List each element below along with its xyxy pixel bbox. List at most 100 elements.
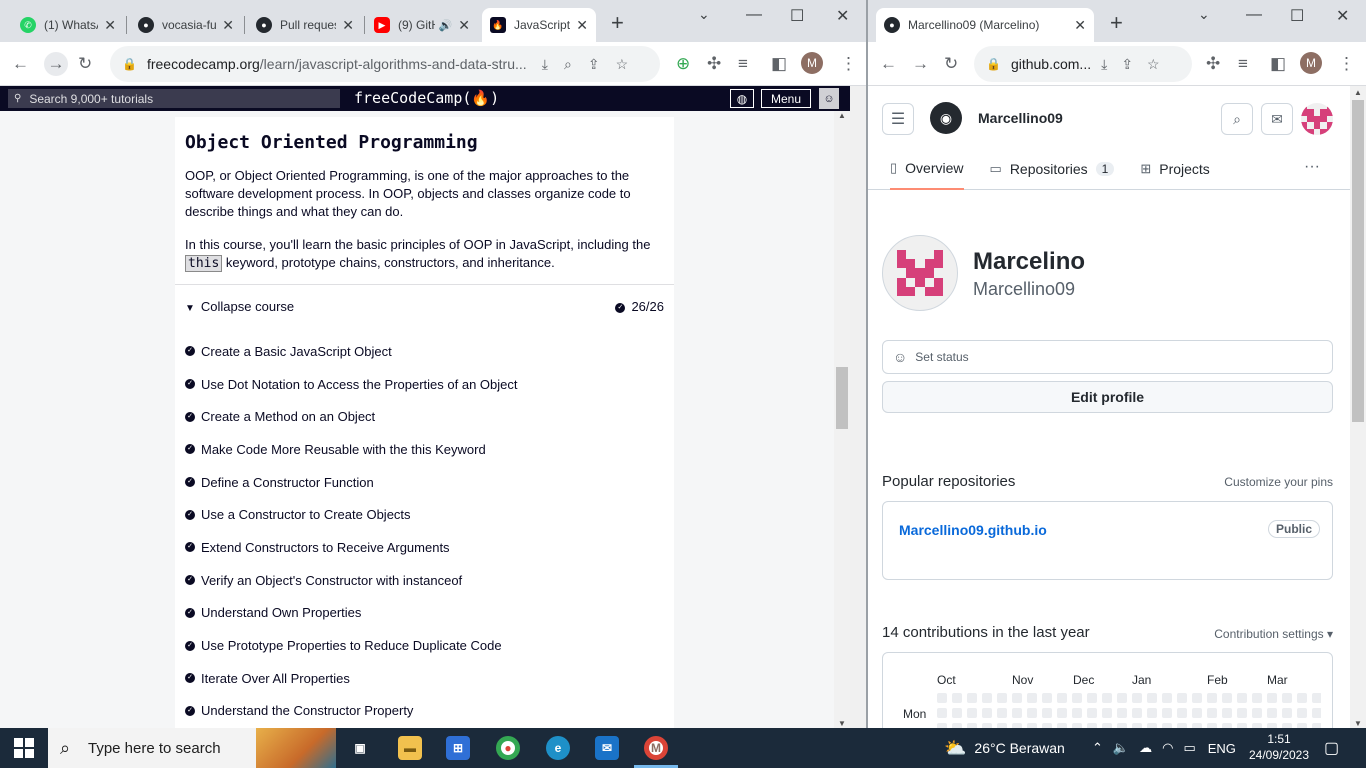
clock[interactable]: 1:51 24/09/2023 xyxy=(1244,731,1314,763)
chevron-up-icon[interactable]: ⌃ xyxy=(1092,740,1103,756)
address-bar[interactable]: 🔒 github.com... ⤓ ⇪ ☆ xyxy=(974,46,1192,82)
side-panel-icon[interactable]: ◧ xyxy=(771,54,787,74)
close-tab-icon[interactable]: ✕ xyxy=(458,17,470,34)
fcc-menu-button[interactable]: Menu xyxy=(761,89,811,108)
new-tab-button[interactable]: + xyxy=(611,12,624,34)
tab-overview[interactable]: ▯ Overview xyxy=(890,156,964,190)
menu-kebab-icon[interactable]: ⋮ xyxy=(840,54,857,74)
profile-avatar[interactable]: M xyxy=(1300,52,1322,74)
lesson-item[interactable]: ✓ Make Code More Reusable with the this K… xyxy=(185,433,518,466)
onedrive-icon[interactable]: ☁ xyxy=(1139,740,1152,756)
address-bar[interactable]: 🔒 freecodecamp.org /learn/javascript-alg… xyxy=(110,46,660,82)
forward-icon[interactable]: → xyxy=(912,54,929,74)
lesson-item[interactable]: ✓ Verify an Object's Constructor with ins… xyxy=(185,564,518,597)
close-tab-icon[interactable]: ✕ xyxy=(222,17,234,34)
forward-icon[interactable]: → xyxy=(44,52,68,76)
header-username[interactable]: Marcellino09 xyxy=(978,110,1063,126)
inbox-icon[interactable]: ✉ xyxy=(1261,103,1293,135)
fcc-search-input[interactable]: ⚲ Search 9,000+ tutorials xyxy=(8,89,340,108)
close-tab-icon[interactable]: ✕ xyxy=(576,17,588,34)
repo-link[interactable]: Marcellino09.github.io xyxy=(899,522,1047,538)
extension-plus-icon[interactable]: ⊕ xyxy=(676,54,690,74)
chrome-profile-icon[interactable]: M xyxy=(644,736,668,760)
extensions-puzzle-icon[interactable]: ✣ xyxy=(1206,54,1220,74)
close-window-button[interactable]: ✕ xyxy=(836,6,849,26)
more-options-icon[interactable]: ··· xyxy=(1304,158,1320,176)
lesson-item[interactable]: ✓ Iterate Over All Properties xyxy=(185,662,518,695)
lesson-item[interactable]: ✓ Understand the Constructor Property xyxy=(185,695,518,728)
speaker-icon[interactable]: 🔊 xyxy=(439,19,453,32)
maximize-button[interactable]: ☐ xyxy=(790,6,804,26)
back-icon[interactable]: ← xyxy=(12,54,29,74)
tab-freecodecamp[interactable]: 🔥 JavaScript Algorithms ✕ xyxy=(482,8,596,42)
scrollbar[interactable]: ▲ ▼ xyxy=(1350,86,1366,728)
lesson-item[interactable]: ✓ Understand Own Properties xyxy=(185,597,518,630)
maximize-button[interactable]: ☐ xyxy=(1290,6,1304,26)
fcc-avatar-icon[interactable]: ☺ xyxy=(819,88,839,109)
weather-widget[interactable]: ⛅ 26°C Berawan xyxy=(944,728,1065,768)
install-icon[interactable]: ⤓ xyxy=(1101,56,1107,73)
install-icon[interactable]: ⤓ xyxy=(542,56,548,73)
minimize-button[interactable]: — xyxy=(1246,6,1262,24)
lesson-item[interactable]: ✓ Use Prototype Properties to Reduce Dupl… xyxy=(185,629,518,662)
file-explorer-icon[interactable]: ▬ xyxy=(398,736,422,760)
lesson-item[interactable]: ✓ Define a Constructor Function xyxy=(185,466,518,499)
close-tab-icon[interactable]: ✕ xyxy=(104,17,116,34)
microsoft-store-icon[interactable]: ⊞ xyxy=(446,736,470,760)
tab-github-profile[interactable]: ● Marcellino09 (Marcelino) ✕ xyxy=(876,8,1094,42)
menu-kebab-icon[interactable]: ⋮ xyxy=(1338,54,1355,74)
user-avatar-small[interactable] xyxy=(1301,103,1333,135)
reading-list-icon[interactable]: ≡ xyxy=(738,54,748,74)
wifi-icon[interactable]: ◠ xyxy=(1162,740,1173,756)
tab-whatsapp[interactable]: ✆ (1) WhatsApp ✕ xyxy=(12,8,124,42)
language-globe-icon[interactable]: ◍ xyxy=(730,89,754,108)
lesson-item[interactable]: ✓ Extend Constructors to Receive Argument… xyxy=(185,531,518,564)
lesson-item[interactable]: ✓ Use Dot Notation to Access the Properti… xyxy=(185,368,518,401)
edge-icon[interactable]: e xyxy=(546,736,570,760)
fcc-logo[interactable]: freeCodeCamp(🔥) xyxy=(354,89,499,107)
share-icon[interactable]: ⇪ xyxy=(1121,56,1133,73)
tab-search-icon[interactable]: ⌄ xyxy=(1198,6,1210,23)
lesson-item[interactable]: ✓ Create a Basic JavaScript Object xyxy=(185,335,518,368)
new-tab-button[interactable]: + xyxy=(1110,12,1123,34)
profile-avatar[interactable]: M xyxy=(801,52,823,74)
taskbar-search[interactable]: ⌕ Type here to search xyxy=(48,728,336,768)
tab-search-icon[interactable]: ⌄ xyxy=(698,6,710,23)
edit-profile-button[interactable]: Edit profile xyxy=(882,381,1333,413)
zoom-icon[interactable]: ⌕ xyxy=(564,56,572,73)
close-tab-icon[interactable]: ✕ xyxy=(1074,17,1086,34)
tab-pull-requests[interactable]: ● Pull requests ✕ xyxy=(248,8,362,42)
bookmark-star-icon[interactable]: ☆ xyxy=(1147,56,1160,73)
scrollbar[interactable]: ▲ ▼ xyxy=(834,111,850,728)
volume-icon[interactable]: 🔈 xyxy=(1113,740,1129,756)
chrome-icon[interactable]: ● xyxy=(496,736,520,760)
notification-icon[interactable]: ▢ xyxy=(1324,738,1339,758)
contribution-settings-dropdown[interactable]: Contribution settings ▾ xyxy=(1214,627,1333,641)
customize-pins-link[interactable]: Customize your pins xyxy=(1224,475,1333,489)
reload-icon[interactable]: ↻ xyxy=(78,54,92,74)
task-view-icon[interactable]: ▣ xyxy=(348,736,372,760)
close-window-button[interactable]: ✕ xyxy=(1336,6,1349,26)
windows-start-icon[interactable] xyxy=(14,738,34,758)
reload-icon[interactable]: ↻ xyxy=(944,54,958,74)
back-icon[interactable]: ← xyxy=(880,54,897,74)
hamburger-menu-icon[interactable]: ☰ xyxy=(882,103,914,135)
tab-projects[interactable]: ⊞ Projects xyxy=(1140,156,1209,190)
bookmark-star-icon[interactable]: ☆ xyxy=(616,56,629,73)
tab-vocasia[interactable]: ● vocasia-fullstack ✕ xyxy=(130,8,242,42)
close-tab-icon[interactable]: ✕ xyxy=(342,17,354,34)
search-icon[interactable]: ⌕ xyxy=(1221,103,1253,135)
reading-list-icon[interactable]: ≡ xyxy=(1238,54,1248,74)
github-logo-icon[interactable]: ◉ xyxy=(930,102,962,134)
lesson-item[interactable]: ✓ Create a Method on an Object xyxy=(185,400,518,433)
language-indicator[interactable]: ENG xyxy=(1208,741,1236,756)
collapse-course-button[interactable]: ▼ Collapse course xyxy=(185,299,294,314)
tab-repositories[interactable]: ▭ Repositories 1 xyxy=(990,156,1115,190)
scrollbar-thumb[interactable] xyxy=(1352,100,1364,422)
extensions-puzzle-icon[interactable]: ✣ xyxy=(707,54,721,74)
profile-avatar-large[interactable] xyxy=(882,235,958,311)
lesson-item[interactable]: ✓ Use a Constructor to Create Objects xyxy=(185,498,518,531)
side-panel-icon[interactable]: ◧ xyxy=(1270,54,1286,74)
set-status-button[interactable]: ☺ Set status xyxy=(882,340,1333,374)
battery-icon[interactable]: ▭ xyxy=(1183,740,1195,756)
